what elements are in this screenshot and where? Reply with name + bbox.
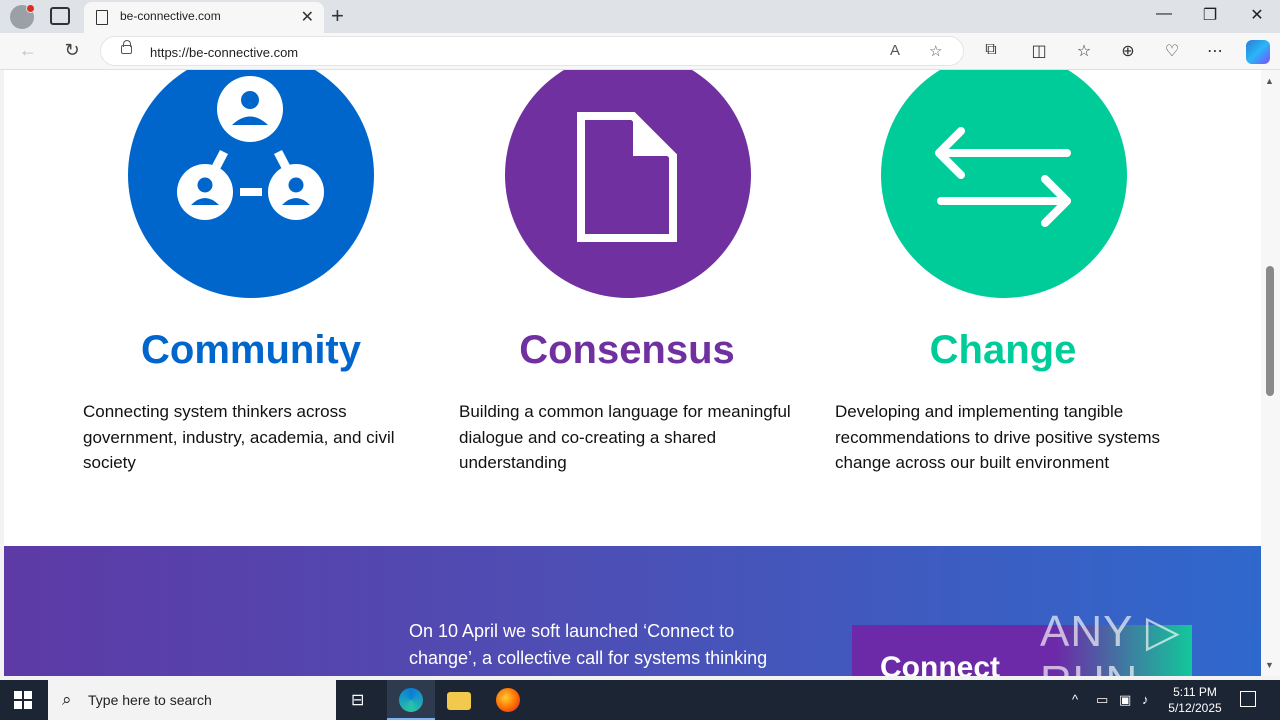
collections-icon[interactable]: ⊕: [1116, 41, 1140, 61]
feature-title-community: Community: [141, 328, 361, 372]
feature-description-community: Connecting system thinkers across govern…: [83, 402, 395, 472]
profile-avatar-icon[interactable]: [10, 4, 35, 29]
feature-description-change: Developing and implementing tangible rec…: [835, 402, 1161, 472]
network-icon[interactable]: ▣: [1119, 692, 1131, 708]
anyrun-watermark: ANY ▷ RUN: [1040, 607, 1181, 676]
url-text[interactable]: https://be-connective.com: [150, 45, 298, 60]
tab-close-icon[interactable]: ✕: [301, 7, 314, 27]
refresh-icon[interactable]: ↻: [60, 40, 84, 61]
title-bar: be-connective.com ✕ + — ❐ ✕: [0, 0, 1280, 33]
launch-banner-text: On 10 April we soft launched ‘Connect to…: [409, 621, 768, 668]
feature-title-consensus: Consensus: [519, 328, 735, 372]
edge-taskbar-icon[interactable]: [387, 680, 435, 720]
taskbar-search-placeholder: Type here to search: [88, 692, 212, 708]
task-view-icon[interactable]: ⊟: [336, 680, 384, 720]
document-icon: [505, 70, 751, 298]
navigation-bar: ← ↻ https://be-connective.com A ☆ ⧉ ◫ ☆ …: [0, 33, 1280, 70]
battery-icon[interactable]: ▭: [1096, 692, 1108, 708]
notifications-icon[interactable]: [1240, 691, 1256, 707]
close-window-icon[interactable]: ✕: [1242, 5, 1272, 25]
scroll-down-icon[interactable]: ▼: [1265, 660, 1274, 670]
search-icon: ⌕: [62, 690, 72, 709]
new-tab-button[interactable]: +: [331, 3, 344, 29]
favorite-star-icon[interactable]: ☆: [929, 42, 942, 60]
tab-actions-icon[interactable]: [50, 7, 70, 25]
feature-description-consensus: Building a common language for meaningfu…: [459, 402, 791, 472]
page-viewport: Community Connecting system thinkers acr…: [4, 70, 1261, 676]
page-favicon-icon: [96, 10, 108, 25]
scroll-up-icon[interactable]: ▲: [1265, 76, 1274, 86]
split-screen-icon[interactable]: ◫: [1027, 41, 1051, 61]
page-scrollbar[interactable]: ▲ ▼: [1261, 70, 1280, 676]
feature-title-change: Change: [929, 328, 1077, 372]
file-explorer-icon[interactable]: [435, 680, 483, 720]
windows-start-icon[interactable]: [14, 691, 32, 709]
address-bar[interactable]: https://be-connective.com A ☆: [100, 36, 964, 66]
show-hidden-icons-icon[interactable]: ^: [1072, 692, 1078, 707]
firefox-icon[interactable]: [484, 680, 532, 720]
minimize-icon[interactable]: —: [1149, 5, 1179, 23]
clock-date: 5/12/2025: [1168, 701, 1222, 715]
exchange-arrows-icon: [881, 70, 1127, 298]
browser-tab[interactable]: be-connective.com ✕: [84, 2, 324, 33]
clock-time: 5:11 PM: [1173, 685, 1217, 699]
extensions-icon[interactable]: ⧉: [979, 41, 1003, 59]
more-options-icon[interactable]: ⋯: [1203, 41, 1227, 61]
read-aloud-icon[interactable]: A: [890, 42, 900, 59]
favorites-icon[interactable]: ☆: [1072, 41, 1096, 61]
tab-title: be-connective.com: [120, 9, 221, 23]
taskbar-search-box[interactable]: ⌕ Type here to search: [48, 680, 336, 720]
browser-essentials-icon[interactable]: ♡: [1160, 41, 1184, 61]
copilot-icon[interactable]: [1246, 40, 1270, 64]
taskbar-clock[interactable]: 5:11 PM 5/12/2025: [1160, 684, 1230, 716]
lock-icon[interactable]: [121, 40, 132, 54]
volume-icon[interactable]: ♪: [1142, 692, 1149, 707]
launch-banner: On 10 April we soft launched ‘Connect to…: [4, 546, 1261, 676]
scrollbar-thumb[interactable]: [1266, 266, 1274, 396]
community-network-icon: [128, 70, 374, 298]
connect-card-title: Connect: [880, 651, 1000, 676]
windows-taskbar: ⌕ Type here to search ⊟ ^ ▭ ▣ ♪ 5:11 PM …: [0, 680, 1280, 720]
restore-icon[interactable]: ❐: [1195, 5, 1225, 25]
back-icon[interactable]: ←: [16, 40, 40, 61]
